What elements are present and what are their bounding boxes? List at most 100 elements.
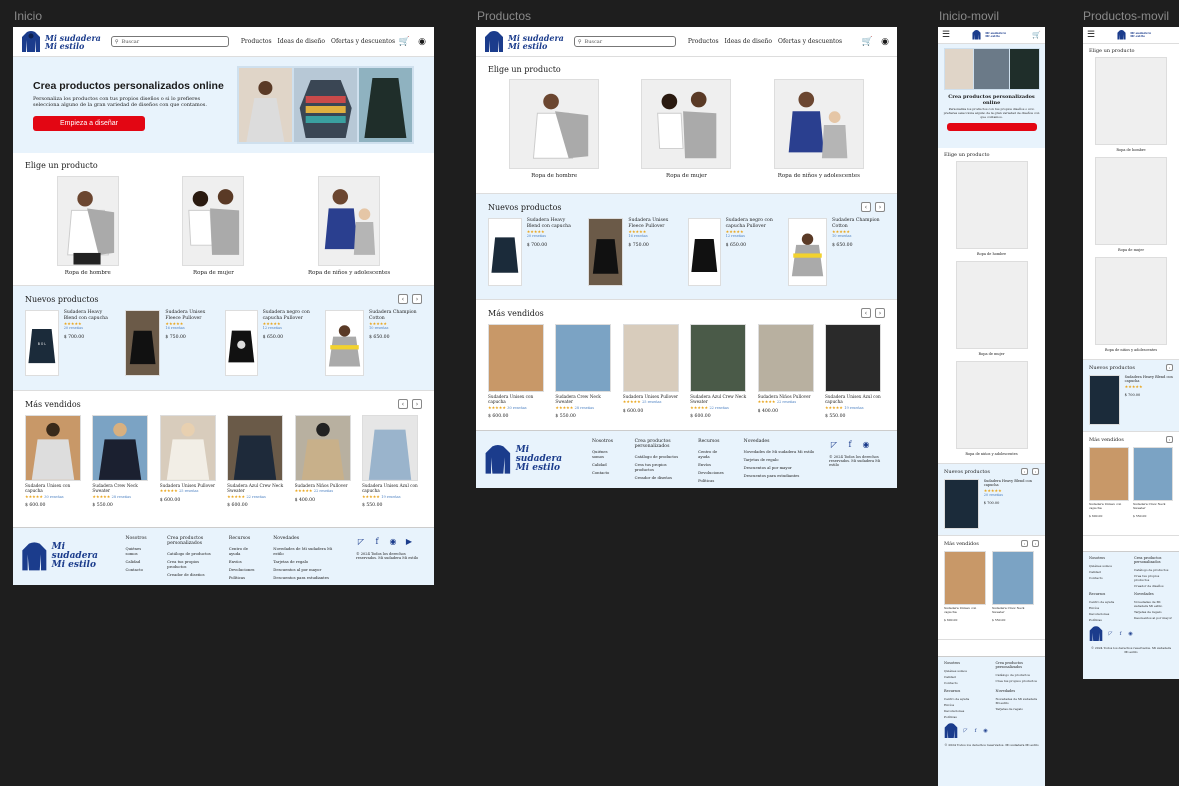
footer-link[interactable]: Devoluciones xyxy=(229,567,259,572)
footer-link[interactable]: Catálogo de productos xyxy=(167,551,215,556)
footer-link[interactable]: Calidad xyxy=(592,462,621,467)
footer-link[interactable]: Quiénes somos xyxy=(592,449,621,459)
bestseller-card[interactable]: Sudadera Unisex con capucha ★★★★★ 30 rese… xyxy=(25,415,85,509)
bestseller-card[interactable]: Sudadera Crew Neck Sweater $ 550.00 xyxy=(992,551,1036,622)
menu-icon[interactable]: ☰ xyxy=(1087,30,1095,40)
facebook-icon[interactable]: f xyxy=(372,536,382,546)
instagram-icon[interactable]: ◉ xyxy=(982,728,989,735)
prev-arrow[interactable]: ‹ xyxy=(398,294,408,304)
footer-link[interactable]: Centro de ayuda xyxy=(1089,600,1128,604)
bestseller-card[interactable]: Sudadera Unisex con capucha ★★★★★ 30 rese… xyxy=(488,324,548,420)
bestseller-card[interactable]: Sudadera Crew Neck Sweater $ 550.00 xyxy=(1133,447,1173,518)
category-hombre[interactable] xyxy=(1095,57,1167,145)
twitter-icon[interactable]: ◸ xyxy=(962,728,969,735)
bestseller-card[interactable]: Sudadera Unisex Pullover ★★★★★ 25 reseñas… xyxy=(622,324,683,420)
product-card[interactable]: Sudadera negro con capucha Pullover ★★★★★… xyxy=(688,218,780,286)
footer-link[interactable]: Contacto xyxy=(944,681,988,685)
twitter-icon[interactable]: ◸ xyxy=(1107,631,1114,638)
twitter-icon[interactable]: ◸ xyxy=(829,439,839,449)
category-ninos[interactable]: Ropa de niños y adolescentes xyxy=(773,79,864,179)
product-card[interactable]: B O L Sudadera Heavy Blend con capucha ★★★… xyxy=(25,310,117,376)
cart-icon[interactable]: 🛒 xyxy=(399,37,410,47)
product-card[interactable]: Sudadera Champion Cotton ★★★★★ 10 reseñas $… xyxy=(325,310,417,376)
footer-link[interactable]: Quiénes somos xyxy=(944,669,988,673)
user-icon[interactable]: ◉ xyxy=(418,37,426,47)
footer-link[interactable]: Quiénes somos xyxy=(1089,564,1128,568)
footer-link[interactable]: Devoluciones xyxy=(1089,612,1128,616)
product-card[interactable]: Sudadera Heavy Blend con capucha ★★★★★ 20 … xyxy=(944,479,1039,529)
category-mujer[interactable]: Ropa de mujer xyxy=(182,176,245,276)
footer-link[interactable]: Quiénes somos xyxy=(126,546,154,556)
logo[interactable]: Mi sudadera Mi estilo xyxy=(972,30,1006,40)
product-card[interactable]: Sudadera negro con capucha Pullover ★★★★★… xyxy=(225,310,317,376)
footer-link[interactable]: Envíos xyxy=(944,703,988,707)
next-arrow[interactable]: › xyxy=(1032,468,1039,475)
footer-link[interactable]: Centro de ayuda xyxy=(944,697,988,701)
next-arrow[interactable]: › xyxy=(412,399,422,409)
footer-logo[interactable]: Mi sudadera Mi estilo xyxy=(484,439,578,480)
next-arrow[interactable]: › xyxy=(875,202,885,212)
footer-logo[interactable]: Mi sudadera Mi estilo xyxy=(21,536,112,577)
prev-arrow[interactable]: ‹ xyxy=(1166,364,1173,371)
footer-link[interactable]: Descuentos al por mayor xyxy=(744,465,815,470)
category-mujer[interactable] xyxy=(1095,157,1167,245)
category-hombre[interactable]: Ropa de hombre xyxy=(56,176,119,276)
footer-link[interactable]: Envíos xyxy=(229,559,259,564)
footer-link[interactable]: Creador de diseños xyxy=(167,572,215,577)
nav-productos[interactable]: Productos xyxy=(241,38,272,45)
facebook-icon[interactable]: f xyxy=(1117,631,1124,638)
footer-link[interactable]: Contacto xyxy=(592,470,621,475)
facebook-icon[interactable]: f xyxy=(845,439,855,449)
footer-link[interactable]: Centro de ayuda xyxy=(698,449,730,459)
product-card[interactable]: Sudadera Unisex Fleece Pullover ★★★★★ 16 r… xyxy=(588,218,680,286)
next-arrow[interactable]: › xyxy=(875,308,885,318)
footer-link[interactable]: Novedades de Mi sudadera Mi estilo xyxy=(1134,600,1173,608)
bestseller-card[interactable]: Sudadera Unisex con capucha $ 600.00 xyxy=(944,551,988,622)
prev-arrow[interactable]: ‹ xyxy=(861,202,871,212)
bestseller-card[interactable]: Sudadera Crew Neck Sweater ★★★★★ 28 reseñ… xyxy=(92,415,152,509)
facebook-icon[interactable]: f xyxy=(972,728,979,735)
footer-link[interactable]: Catálogo de productos xyxy=(996,673,1040,677)
footer-link[interactable]: Tarjetas de regalo xyxy=(273,559,342,564)
prev-arrow[interactable]: ‹ xyxy=(861,308,871,318)
nav-ofertas[interactable]: Ofertas y descuentos xyxy=(331,38,395,45)
footer-link[interactable]: Crea tus propios productos xyxy=(635,462,685,472)
category-ninos[interactable] xyxy=(1095,257,1167,345)
footer-link[interactable]: Novedades de Mi sudadera Mi estilo xyxy=(996,697,1040,705)
prev-arrow[interactable]: ‹ xyxy=(1021,468,1028,475)
footer-link[interactable]: Descuentos al por mayor xyxy=(1134,616,1173,620)
prev-arrow[interactable]: ‹ xyxy=(1021,540,1028,547)
category-ninos[interactable] xyxy=(955,361,1028,449)
logo[interactable]: Mi sudadera Mi estilo xyxy=(21,30,101,53)
user-icon[interactable]: ◉ xyxy=(881,37,889,47)
footer-link[interactable]: Centro de ayuda xyxy=(229,546,259,556)
instagram-icon[interactable]: ◉ xyxy=(388,536,398,546)
nav-ofertas[interactable]: Ofertas y descuentos xyxy=(778,38,842,45)
footer-link[interactable]: Contacto xyxy=(126,567,154,572)
footer-link[interactable]: Políticas xyxy=(698,478,730,483)
logo[interactable]: Mi sudadera Mi estilo xyxy=(1117,30,1151,40)
bestseller-card[interactable]: Sudadera Crew Neck Sweater ★★★★★ 28 reseñ… xyxy=(555,324,615,420)
footer-link[interactable]: Tarjetas de regalo xyxy=(1134,610,1173,614)
bestseller-card[interactable]: Sudadera Niños Pullover ★★★★★ 22 reseñas $… xyxy=(757,324,818,420)
footer-link[interactable]: Novedades de Mi sudadera Mi estilo xyxy=(273,546,342,556)
footer-link[interactable]: Calidad xyxy=(1089,570,1128,574)
youtube-icon[interactable]: ▶ xyxy=(404,536,414,546)
footer-link[interactable]: Contacto xyxy=(1089,576,1128,580)
product-card[interactable]: Sudadera Champion Cotton ★★★★★ 10 reseñas $… xyxy=(788,218,880,286)
category-hombre[interactable]: Ropa de hombre xyxy=(509,79,600,179)
logo[interactable]: Mi sudadera Mi estilo xyxy=(484,30,564,53)
bestseller-card[interactable]: Sudadera Azul Crew Neck Sweater ★★★★★ 22 … xyxy=(227,415,287,509)
product-card[interactable]: Sudadera Heavy Blend con capucha ★★★★★ $ 7… xyxy=(1089,375,1173,425)
footer-link[interactable]: Novedades de Mi sudadera Mi estilo xyxy=(744,449,815,454)
search-input[interactable]: ⚲ Buscar xyxy=(110,36,229,47)
footer-link[interactable]: Envíos xyxy=(698,462,730,467)
footer-link[interactable]: Devoluciones xyxy=(698,470,730,475)
footer-link[interactable]: Devoluciones xyxy=(944,709,988,713)
bestseller-card[interactable]: Sudadera Niños Pullover ★★★★★ 22 reseñas $… xyxy=(294,415,355,509)
footer-link[interactable]: Creador de diseños xyxy=(1134,584,1173,588)
instagram-icon[interactable]: ◉ xyxy=(1127,631,1134,638)
nav-productos[interactable]: Productos xyxy=(688,38,719,45)
prev-arrow[interactable]: ‹ xyxy=(1166,436,1173,443)
bestseller-card[interactable]: Sudadera Unisex Azul con capucha ★★★★★ 19… xyxy=(824,324,885,420)
